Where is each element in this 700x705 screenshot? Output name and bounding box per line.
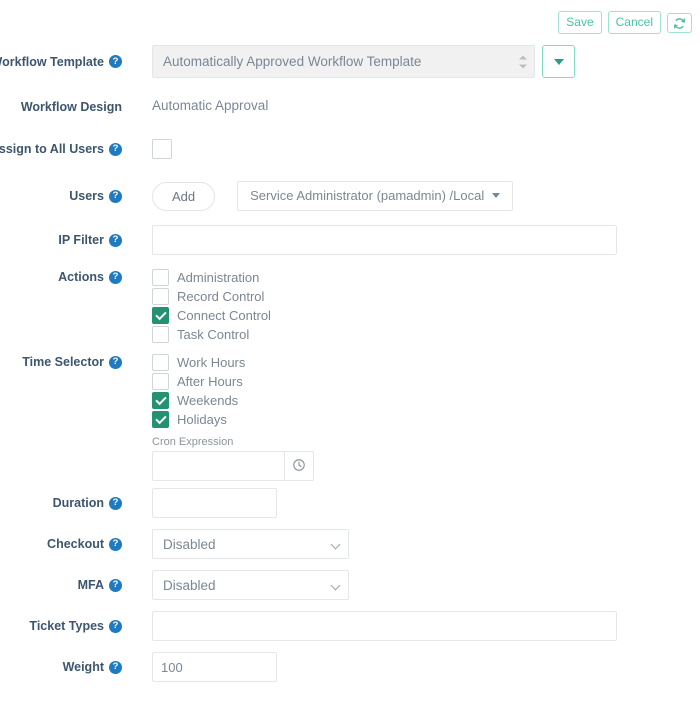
actions-checkbox-connect-control[interactable] — [152, 307, 169, 324]
help-icon-workflow-template[interactable]: ? — [109, 55, 122, 68]
checkbox-item[interactable]: Record Control — [152, 287, 700, 306]
row-time-selector: Time Selector ? Work Hours After Hours W… — [0, 353, 700, 488]
help-icon-ip-filter[interactable]: ? — [109, 234, 122, 247]
workflow-template-input[interactable]: Automatically Approved Workflow Template — [152, 45, 535, 78]
cron-expression-label: Cron Expression — [152, 436, 700, 448]
user-chip-label: Service Administrator (pamadmin) /Local — [250, 188, 484, 203]
workflow-design-value: Automatic Approval — [152, 97, 700, 113]
time-checkbox-holidays[interactable] — [152, 411, 169, 428]
label-checkout: Checkout ? — [0, 529, 130, 559]
label-weight: Weight ? — [0, 652, 130, 682]
refresh-icon — [673, 17, 686, 30]
row-mfa: MFA ? Disabled — [0, 570, 700, 611]
label-ticket-types: Ticket Types ? — [0, 611, 130, 641]
time-checkbox-after-hours[interactable] — [152, 373, 169, 390]
weight-input[interactable] — [152, 652, 277, 682]
actions-checkbox-task-control[interactable] — [152, 326, 169, 343]
help-icon-duration[interactable]: ? — [109, 497, 122, 510]
help-icon-time-selector[interactable]: ? — [109, 356, 122, 369]
label-ip-filter: IP Filter ? — [0, 225, 130, 255]
ticket-types-input[interactable] — [152, 611, 617, 641]
help-icon-ticket-types[interactable]: ? — [109, 620, 122, 633]
time-selector-checkbox-list: Work Hours After Hours Weekends Holidays — [152, 353, 700, 429]
label-assign-to-all-users: Assign to All Users ? — [0, 139, 130, 159]
help-icon-users[interactable]: ? — [109, 190, 122, 203]
cron-expression-input[interactable] — [152, 451, 284, 481]
workflow-template-picker: Automatically Approved Workflow Template — [152, 45, 700, 78]
label-workflow-design: Workflow Design — [0, 97, 130, 117]
help-icon-mfa[interactable]: ? — [109, 579, 122, 592]
time-checkbox-work-hours[interactable] — [152, 354, 169, 371]
top-toolbar: Save Cancel — [558, 11, 692, 34]
workflow-form: Workflow Template ? Automatically Approv… — [0, 45, 700, 693]
help-icon-assign-to-all-users[interactable]: ? — [109, 143, 122, 156]
row-workflow-design: Workflow Design Automatic Approval — [0, 97, 700, 139]
actions-checkbox-administration[interactable] — [152, 269, 169, 286]
checkbox-item[interactable]: Connect Control — [152, 306, 700, 325]
checkbox-item[interactable]: Holidays — [152, 410, 700, 429]
checkbox-item[interactable]: Work Hours — [152, 353, 700, 372]
row-workflow-template: Workflow Template ? Automatically Approv… — [0, 45, 700, 97]
label-users: Users ? — [0, 181, 130, 211]
refresh-button[interactable] — [667, 13, 692, 33]
cancel-button[interactable]: Cancel — [608, 11, 661, 34]
label-duration: Duration ? — [0, 488, 130, 518]
checkbox-item[interactable]: Weekends — [152, 391, 700, 410]
label-mfa: MFA ? — [0, 570, 130, 600]
row-ip-filter: IP Filter ? — [0, 225, 700, 268]
row-weight: Weight ? — [0, 652, 700, 693]
row-actions: Actions ? Administration Record Control … — [0, 268, 700, 353]
checkbox-item[interactable]: Task Control — [152, 325, 700, 344]
cron-expression-group — [152, 451, 700, 481]
workflow-template-dropdown-button[interactable] — [542, 45, 575, 78]
label-actions: Actions ? — [0, 268, 130, 286]
save-button[interactable]: Save — [558, 11, 601, 34]
row-checkout: Checkout ? Disabled — [0, 529, 700, 570]
checkout-select[interactable]: Disabled — [152, 529, 349, 559]
ip-filter-input[interactable] — [152, 225, 617, 255]
mfa-select[interactable]: Disabled — [152, 570, 349, 600]
label-workflow-template: Workflow Template ? — [0, 45, 130, 78]
help-icon-actions[interactable]: ? — [109, 271, 122, 284]
row-users: Users ? Add Service Administrator (pamad… — [0, 181, 700, 225]
spinner-arrows-icon[interactable] — [519, 55, 527, 68]
user-chip[interactable]: Service Administrator (pamadmin) /Local — [237, 181, 513, 211]
help-icon-weight[interactable]: ? — [109, 661, 122, 674]
row-assign-to-all-users: Assign to All Users ? — [0, 139, 700, 181]
workflow-template-value: Automatically Approved Workflow Template — [163, 54, 421, 69]
clock-icon — [292, 458, 306, 475]
help-icon-checkout[interactable]: ? — [109, 538, 122, 551]
assign-to-all-users-checkbox[interactable] — [152, 139, 172, 159]
label-time-selector: Time Selector ? — [0, 353, 130, 371]
caret-down-icon — [554, 59, 564, 65]
caret-down-icon — [492, 193, 500, 198]
checkbox-item[interactable]: Administration — [152, 268, 700, 287]
actions-checkbox-list: Administration Record Control Connect Co… — [152, 268, 700, 344]
row-duration: Duration ? — [0, 488, 700, 529]
row-ticket-types: Ticket Types ? — [0, 611, 700, 652]
cron-picker-button[interactable] — [284, 451, 314, 481]
add-user-button[interactable]: Add — [152, 182, 215, 211]
time-checkbox-weekends[interactable] — [152, 392, 169, 409]
checkbox-item[interactable]: After Hours — [152, 372, 700, 391]
actions-checkbox-record-control[interactable] — [152, 288, 169, 305]
duration-input[interactable] — [152, 488, 277, 518]
